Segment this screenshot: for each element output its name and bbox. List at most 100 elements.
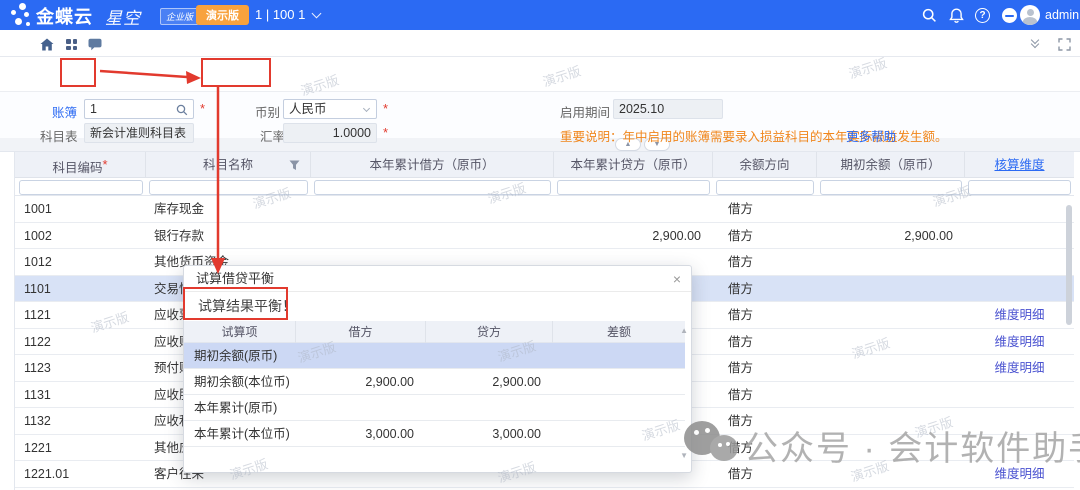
col-header-direction[interactable]: 余额方向 (713, 152, 817, 178)
top-app-bar: 金蝶云 星空 企业版 演示版 1 | 100 1 ? admin (0, 0, 1080, 30)
opening-balance-cell[interactable]: 2,900.00 (817, 223, 965, 250)
currency-field-label: 币别 (255, 102, 280, 121)
filter-input-opening[interactable] (820, 180, 962, 195)
col-header-account-name[interactable]: 科目名称 (146, 152, 311, 178)
grid-header-row: 科目编码* 科目名称 本年累计借方（原币） 本年累计贷方（原币） 余额方向 期初… (15, 152, 1074, 178)
trial-debit-cell: 2,900.00 (296, 369, 426, 395)
currency-select[interactable]: 人民币 (283, 99, 377, 119)
trial-credit-cell (426, 343, 553, 369)
avatar[interactable] (1020, 5, 1040, 25)
filter-input-ytd-debit[interactable] (314, 180, 551, 195)
filter-input-dimension[interactable] (968, 180, 1071, 195)
balance-direction-cell[interactable]: 借方 (713, 382, 817, 409)
opening-balance-cell[interactable] (817, 276, 965, 303)
book-field-label[interactable]: 账簿 (52, 102, 77, 121)
status-dnd-icon[interactable] (1002, 8, 1017, 23)
org-selector[interactable]: 1 | 100 1 (255, 7, 320, 22)
more-help-link[interactable]: 更多帮助 (846, 126, 896, 145)
account-code-cell[interactable]: 1221.01 (15, 461, 146, 488)
opening-balance-cell[interactable] (817, 435, 965, 462)
balance-direction-cell[interactable]: 借方 (713, 249, 817, 276)
opening-balance-cell[interactable] (817, 461, 965, 488)
chevron-down-icon (363, 105, 370, 112)
ytd-debit-cell[interactable] (311, 196, 554, 223)
dimension-detail-link[interactable]: 维度明细 (965, 329, 1074, 356)
account-code-cell[interactable]: 1001 (15, 196, 146, 223)
home-icon[interactable] (40, 38, 54, 51)
filter-input-code[interactable] (19, 180, 143, 195)
book-input[interactable]: 1 (84, 99, 194, 119)
opening-balance-cell[interactable] (817, 382, 965, 409)
col-label: 科目名称 (203, 158, 253, 172)
double-chevron-down-icon[interactable] (1032, 37, 1038, 47)
dimension-detail-link[interactable]: 维度明细 (965, 461, 1074, 488)
balance-direction-cell[interactable]: 借方 (713, 408, 817, 435)
dialog-row[interactable]: 本年累计(本位币)3,000.003,000.00 (184, 421, 685, 447)
grid-row-1002[interactable]: 1002银行存款 2,900.00借方2,900.00 (15, 223, 1074, 250)
apps-grid-icon[interactable] (66, 39, 77, 50)
opening-balance-cell[interactable] (817, 355, 965, 382)
account-name-cell[interactable]: 库存现金 (146, 196, 311, 223)
opening-balance-cell[interactable] (817, 249, 965, 276)
col-header-ytd-credit[interactable]: 本年累计贷方（原币） (554, 152, 713, 178)
dialog-close-icon[interactable]: × (673, 271, 681, 287)
dimension-detail-link[interactable]: 维度明细 (965, 302, 1074, 329)
trial-item-cell: 期初余额(本位币) (184, 369, 296, 395)
dialog-table-header: 试算项 借方 贷方 差额 (184, 321, 685, 343)
ytd-credit-cell[interactable] (554, 196, 713, 223)
chat-bubble-icon[interactable] (88, 38, 102, 51)
account-code-cell[interactable]: 1012 (15, 249, 146, 276)
help-icon[interactable]: ? (975, 8, 990, 23)
balance-direction-cell[interactable]: 借方 (713, 355, 817, 382)
opening-balance-cell[interactable] (817, 329, 965, 356)
account-name-cell[interactable]: 银行存款 (146, 223, 311, 250)
grid-vertical-scrollbar[interactable] (1066, 205, 1072, 325)
filter-input-direction[interactable] (716, 180, 814, 195)
scroll-up-icon[interactable]: ▲ (680, 326, 688, 335)
account-code-cell[interactable]: 1123 (15, 355, 146, 382)
account-code-cell[interactable]: 1122 (15, 329, 146, 356)
filter-funnel-icon[interactable] (289, 160, 300, 171)
trial-credit-cell (426, 395, 553, 421)
opening-balance-cell[interactable] (817, 196, 965, 223)
account-code-cell[interactable]: 1132 (15, 408, 146, 435)
dialog-row[interactable]: 期初余额(本位币)2,900.002,900.00 (184, 369, 685, 395)
account-code-cell[interactable]: 1121 (15, 302, 146, 329)
trial-debit-cell (296, 343, 426, 369)
kingdee-logo-icon (10, 3, 36, 28)
balance-direction-cell[interactable]: 借方 (713, 196, 817, 223)
filter-input-name[interactable] (149, 180, 308, 195)
notification-bell-icon[interactable] (949, 8, 964, 23)
opening-balance-cell[interactable] (817, 408, 965, 435)
tab-bar (0, 30, 1080, 57)
lookup-magnifier-icon[interactable] (176, 104, 188, 116)
trial-debit-cell (296, 395, 426, 421)
filter-input-ytd-credit[interactable] (557, 180, 710, 195)
dimension-detail-link[interactable]: 维度明细 (965, 355, 1074, 382)
ytd-debit-cell[interactable] (311, 223, 554, 250)
fullscreen-icon[interactable] (1058, 38, 1071, 51)
opening-balance-cell[interactable] (817, 302, 965, 329)
col-header-dimension-link[interactable]: 核算维度 (965, 152, 1074, 178)
grid-row-1001[interactable]: 1001库存现金 借方 (15, 196, 1074, 223)
account-code-cell[interactable]: 1221 (15, 435, 146, 462)
balance-direction-cell[interactable]: 借方 (713, 461, 817, 488)
balance-direction-cell[interactable]: 借方 (713, 223, 817, 250)
col-header-ytd-debit[interactable]: 本年累计借方（原币） (311, 152, 554, 178)
account-code-cell[interactable]: 1131 (15, 382, 146, 409)
balance-direction-cell[interactable]: 借方 (713, 302, 817, 329)
col-header-opening-balance[interactable]: 期初余额（原币） (817, 152, 965, 178)
dialog-row[interactable]: 本年累计(原币) (184, 395, 685, 421)
ytd-credit-cell[interactable]: 2,900.00 (554, 223, 713, 250)
balance-direction-cell[interactable]: 借方 (713, 329, 817, 356)
col-header-account-code[interactable]: 科目编码* (15, 152, 146, 178)
scroll-down-icon[interactable]: ▼ (680, 451, 688, 460)
balance-direction-cell[interactable]: 借方 (713, 276, 817, 303)
account-code-cell[interactable]: 1002 (15, 223, 146, 250)
account-code-cell[interactable]: 1101 (15, 276, 146, 303)
search-icon[interactable] (922, 8, 937, 23)
required-mark: * (383, 125, 388, 140)
dlg-col-diff: 差额 (553, 321, 685, 343)
balance-direction-cell[interactable]: 借方 (713, 435, 817, 462)
dialog-row[interactable]: 期初余额(原币) (184, 343, 685, 369)
